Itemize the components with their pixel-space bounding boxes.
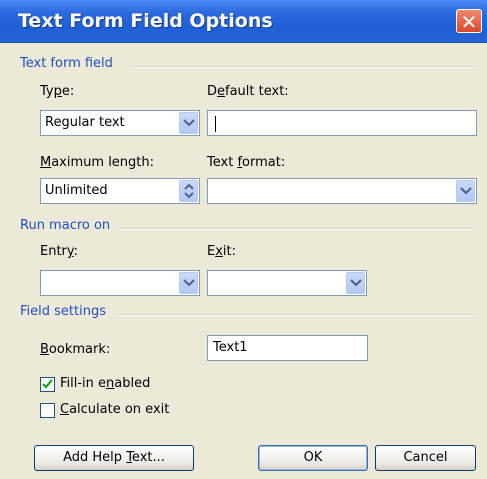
spinner-icon[interactable] <box>179 180 198 202</box>
ok-button[interactable]: OK <box>258 445 368 471</box>
default-text-label: Default text: <box>207 84 289 99</box>
exit-select[interactable] <box>207 270 367 296</box>
title-bar[interactable]: Text Form Field Options ✕ <box>0 0 487 43</box>
default-text-input[interactable] <box>207 110 477 136</box>
entry-label: Entry: <box>40 244 79 259</box>
fill-in-enabled-label[interactable]: Fill-in enabled <box>60 376 150 391</box>
window-title: Text Form Field Options <box>18 10 273 32</box>
type-select-value: Regular text <box>45 115 125 130</box>
cancel-button[interactable]: Cancel <box>375 445 476 471</box>
exit-label: Exit: <box>207 244 237 259</box>
group-label-run-macro: Run macro on <box>20 218 111 233</box>
group-divider <box>118 228 474 230</box>
entry-select[interactable] <box>40 270 200 296</box>
text-format-label: Text format: <box>207 155 286 170</box>
chevron-down-icon[interactable] <box>179 272 198 294</box>
group-divider <box>132 66 474 68</box>
chevron-down-icon[interactable] <box>456 180 475 202</box>
max-length-label: Maximum length: <box>40 155 155 170</box>
max-length-spinner[interactable]: Unlimited <box>40 178 200 204</box>
bookmark-input[interactable]: Text1 <box>207 335 368 361</box>
checkmark-icon <box>42 379 53 389</box>
type-label: Type: <box>40 84 75 99</box>
text-form-field-options-dialog: Text Form Field Options ✕ Text form fiel… <box>0 0 487 479</box>
group-divider <box>118 314 474 316</box>
chevron-down-icon[interactable] <box>346 272 365 294</box>
group-label-text-form-field: Text form field <box>20 56 113 71</box>
text-caret <box>215 116 216 132</box>
max-length-value: Unlimited <box>45 183 108 198</box>
calculate-on-exit-checkbox[interactable] <box>40 403 55 418</box>
type-select[interactable]: Regular text <box>40 110 200 136</box>
group-label-field-settings: Field settings <box>20 304 106 319</box>
bookmark-label: Bookmark: <box>40 342 111 357</box>
close-icon[interactable]: ✕ <box>456 9 482 34</box>
calculate-on-exit-label[interactable]: Calculate on exit <box>60 402 169 417</box>
text-format-select[interactable] <box>207 178 477 204</box>
fill-in-enabled-checkbox[interactable] <box>40 377 55 392</box>
chevron-down-icon[interactable] <box>179 112 198 134</box>
add-help-text-button[interactable]: Add Help Text... <box>34 445 194 471</box>
bookmark-value: Text1 <box>213 340 248 355</box>
